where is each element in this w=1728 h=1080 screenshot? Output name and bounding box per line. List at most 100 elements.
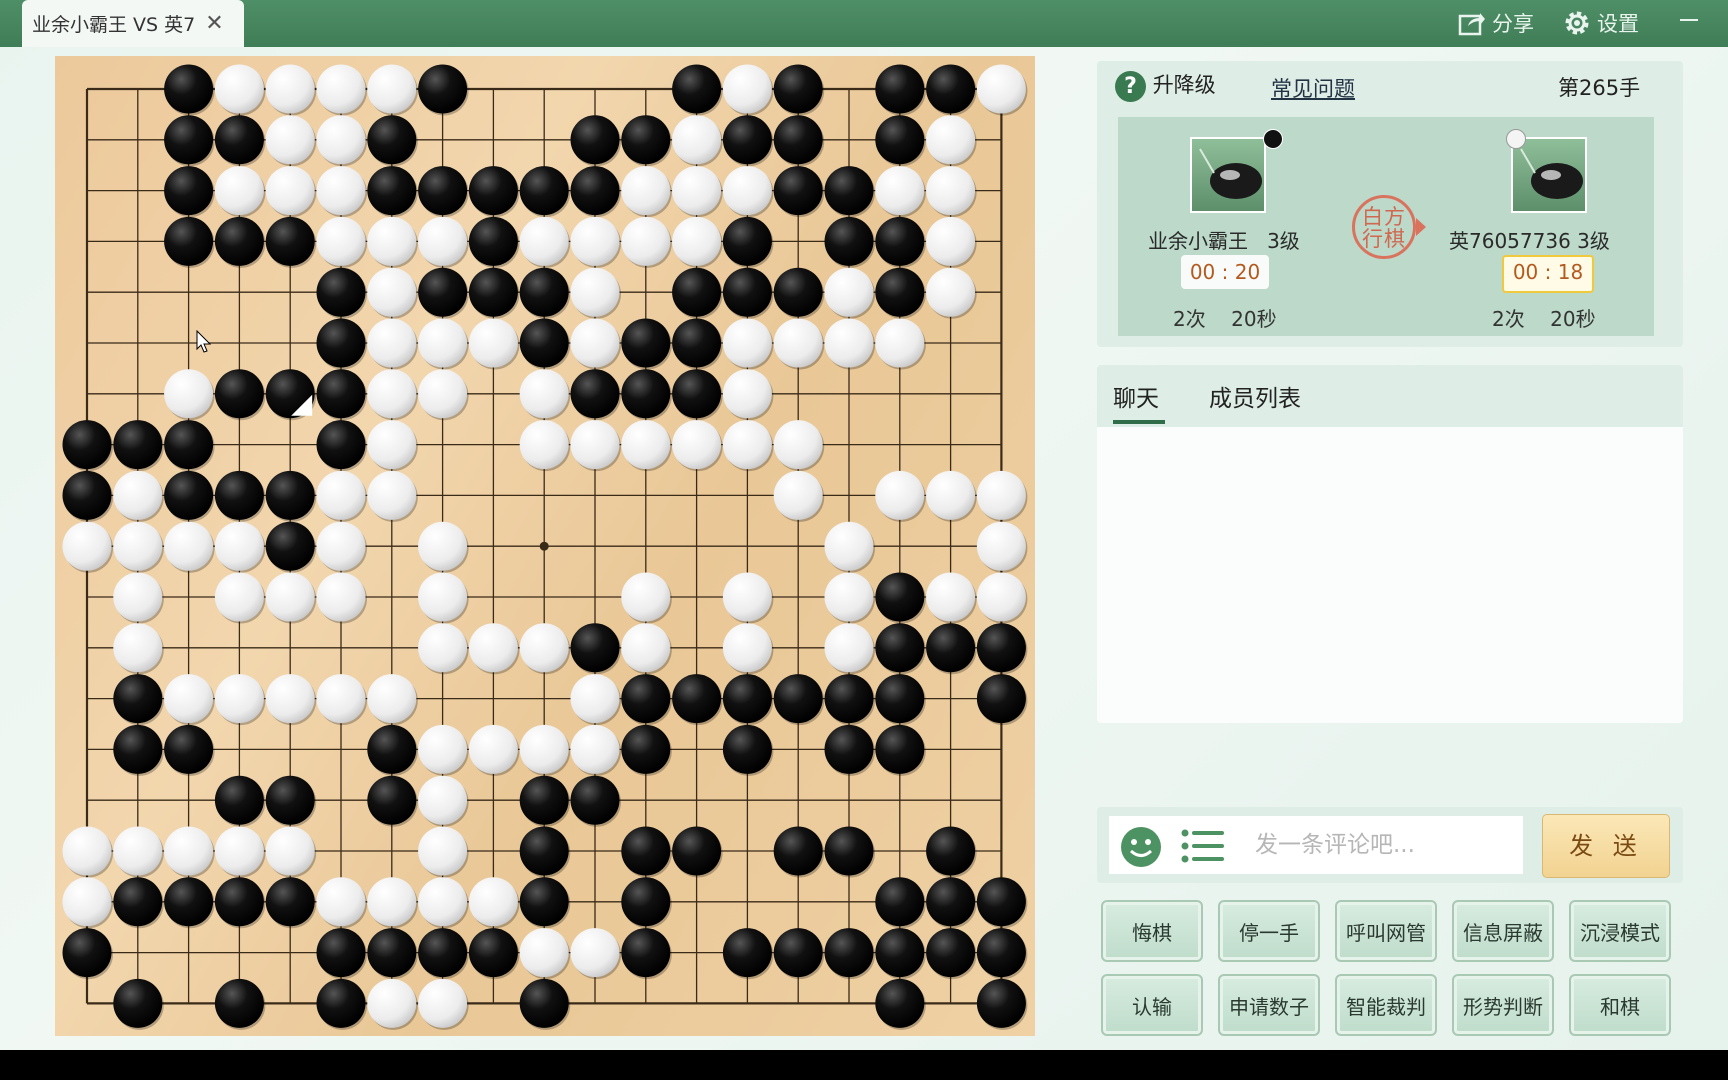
black-stone: [773, 64, 823, 114]
black-stone: [976, 623, 1026, 673]
white-stone: [976, 521, 1026, 571]
white-stone: [113, 521, 163, 571]
white-stone: [570, 267, 620, 317]
faq-label: 常见问题: [1271, 77, 1355, 101]
send-button[interactable]: 发 送: [1542, 814, 1670, 878]
share-button[interactable]: 分享: [1458, 6, 1534, 40]
settings-label: 设置: [1597, 12, 1639, 36]
close-icon[interactable]: ✕: [205, 11, 223, 36]
game-info-panel: ? 升降级 常见问题 第265手 业余小霸王 3级 00 : 20 2次 20秒…: [1097, 61, 1683, 347]
black-stone: [62, 420, 112, 470]
white-stone: [672, 115, 722, 165]
white-stone: [418, 978, 468, 1028]
white-stone: [62, 877, 112, 927]
game-tab-title: 业余小霸王 VS 英7: [32, 14, 196, 36]
white-stone: [316, 470, 366, 520]
call-admin-button[interactable]: 呼叫网管: [1335, 900, 1437, 962]
white-stone: [722, 369, 772, 419]
white-stone-icon: [1506, 129, 1526, 149]
comment-bar: 发 送: [1097, 807, 1683, 883]
black-stone: [773, 826, 823, 876]
black-stone: [164, 64, 214, 114]
situation-button[interactable]: 形势判断: [1452, 974, 1554, 1036]
white-stone: [875, 166, 925, 216]
undo-button[interactable]: 悔棋: [1101, 900, 1203, 962]
tab-members[interactable]: 成员列表: [1209, 379, 1301, 413]
faq-link[interactable]: 常见问题: [1271, 73, 1355, 103]
black-stone: [367, 775, 417, 825]
black-stone: [214, 470, 264, 520]
white-stone: [214, 521, 264, 571]
white-stone: [214, 572, 264, 622]
pass-button[interactable]: 停一手: [1218, 900, 1320, 962]
player-white-avatar[interactable]: [1511, 137, 1587, 213]
black-stone: [621, 826, 671, 876]
ai-judge-button[interactable]: 智能裁判: [1335, 974, 1437, 1036]
game-tab[interactable]: 业余小霸王 VS 英7 ✕: [22, 0, 244, 47]
black-stone: [672, 318, 722, 368]
black-stone: [519, 826, 569, 876]
white-stone: [214, 166, 264, 216]
list-icon[interactable]: [1181, 828, 1225, 864]
white-stone: [468, 877, 518, 927]
black-stone: [316, 420, 366, 470]
white-stone: [62, 826, 112, 876]
white-stone: [722, 166, 772, 216]
board-canvas[interactable]: [55, 56, 1035, 1036]
black-stone: [418, 267, 468, 317]
black-stone: [672, 267, 722, 317]
white-stone: [519, 369, 569, 419]
white-stone: [976, 470, 1026, 520]
black-stone: [875, 724, 925, 774]
white-stone: [570, 318, 620, 368]
black-stone: [824, 166, 874, 216]
black-stone: [113, 674, 163, 724]
tab-chat[interactable]: 聊天: [1113, 379, 1159, 413]
black-stone: [824, 724, 874, 774]
black-stone: [926, 623, 976, 673]
request-count-button[interactable]: 申请数子: [1218, 974, 1320, 1036]
white-stone: [468, 623, 518, 673]
draw-button[interactable]: 和棋: [1569, 974, 1671, 1036]
minimize-icon[interactable]: [1680, 19, 1698, 21]
resign-button[interactable]: 认输: [1101, 974, 1203, 1036]
black-stone: [621, 369, 671, 419]
black-stone: [164, 420, 214, 470]
immersive-mode-button[interactable]: 沉浸模式: [1569, 900, 1671, 962]
settings-button[interactable]: 设置: [1563, 6, 1639, 40]
black-stone: [164, 877, 214, 927]
player-white-byoyomi: 2次 20秒: [1492, 307, 1596, 331]
white-stone: [265, 115, 315, 165]
black-stone: [875, 877, 925, 927]
comment-input[interactable]: [1109, 816, 1523, 874]
black-stone: [164, 166, 214, 216]
turn-arrow-icon: [1416, 218, 1426, 236]
block-info-button[interactable]: 信息屏蔽: [1452, 900, 1554, 962]
mouse-cursor-icon: [196, 330, 212, 353]
black-stone: [62, 470, 112, 520]
white-stone: [519, 928, 569, 978]
player-black-avatar[interactable]: [1190, 137, 1266, 213]
black-stone: [773, 928, 823, 978]
black-stone: [926, 64, 976, 114]
white-stone: [519, 623, 569, 673]
white-stone: [926, 267, 976, 317]
emoji-icon[interactable]: [1120, 826, 1162, 868]
white-stone: [316, 877, 366, 927]
level-link[interactable]: ? 升降级: [1115, 69, 1216, 102]
white-stone: [773, 318, 823, 368]
gear-icon: [1565, 11, 1589, 35]
black-stone: [976, 877, 1026, 927]
black-stone: [519, 877, 569, 927]
white-stone: [418, 369, 468, 419]
white-stone: [265, 166, 315, 216]
white-stone: [926, 166, 976, 216]
white-stone: [265, 826, 315, 876]
white-stone: [418, 724, 468, 774]
black-stone: [672, 826, 722, 876]
go-board[interactable]: [55, 56, 1035, 1036]
white-stone: [722, 572, 772, 622]
black-stone: [265, 877, 315, 927]
white-stone: [316, 216, 366, 266]
player-black-timer: 00 : 20: [1181, 255, 1269, 289]
